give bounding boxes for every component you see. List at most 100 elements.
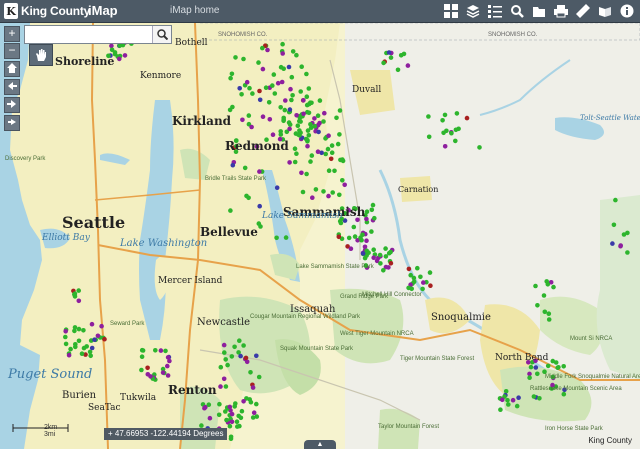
point-feature[interactable]: [420, 286, 425, 292]
point-feature[interactable]: [282, 107, 288, 113]
point-feature[interactable]: [165, 363, 170, 369]
point-feature[interactable]: [352, 234, 358, 239]
point-feature[interactable]: [561, 364, 566, 369]
point-feature[interactable]: [206, 402, 212, 408]
point-feature[interactable]: [221, 342, 227, 348]
point-feature[interactable]: [266, 100, 272, 105]
point-feature[interactable]: [122, 53, 128, 58]
point-feature[interactable]: [510, 397, 516, 403]
point-feature[interactable]: [280, 51, 286, 56]
point-feature[interactable]: [618, 243, 623, 249]
point-feature[interactable]: [409, 286, 415, 292]
point-feature[interactable]: [241, 399, 246, 404]
point-feature[interactable]: [278, 105, 284, 110]
point-feature[interactable]: [477, 145, 482, 150]
point-feature[interactable]: [313, 187, 319, 192]
point-feature[interactable]: [326, 133, 331, 138]
previous-extent-button[interactable]: [4, 79, 20, 95]
point-feature[interactable]: [340, 157, 345, 162]
point-feature[interactable]: [613, 197, 618, 203]
point-feature[interactable]: [286, 120, 292, 125]
point-feature[interactable]: [238, 353, 243, 359]
point-feature[interactable]: [337, 192, 342, 198]
point-feature[interactable]: [271, 72, 277, 77]
point-feature[interactable]: [301, 98, 306, 103]
point-feature[interactable]: [442, 144, 448, 149]
point-feature[interactable]: [256, 60, 261, 65]
point-feature[interactable]: [369, 229, 374, 234]
point-feature[interactable]: [553, 360, 559, 365]
point-feature[interactable]: [321, 119, 326, 124]
bottom-panel-toggle[interactable]: ▲: [304, 440, 336, 449]
point-feature[interactable]: [81, 328, 86, 333]
point-feature[interactable]: [89, 345, 95, 351]
point-feature[interactable]: [253, 353, 259, 359]
point-feature[interactable]: [306, 86, 312, 91]
point-feature[interactable]: [287, 107, 293, 112]
point-feature[interactable]: [301, 111, 306, 117]
folder-icon[interactable]: [530, 2, 548, 20]
point-feature[interactable]: [535, 303, 540, 308]
point-feature[interactable]: [340, 178, 345, 183]
point-feature[interactable]: [228, 208, 233, 213]
point-feature[interactable]: [272, 91, 278, 96]
point-feature[interactable]: [290, 93, 295, 98]
point-feature[interactable]: [381, 60, 386, 66]
point-feature[interactable]: [258, 224, 263, 229]
point-feature[interactable]: [364, 209, 370, 214]
point-feature[interactable]: [325, 146, 331, 152]
point-feature[interactable]: [305, 128, 311, 133]
point-feature[interactable]: [351, 224, 357, 230]
point-feature[interactable]: [72, 291, 78, 297]
point-feature[interactable]: [228, 434, 234, 440]
point-feature[interactable]: [545, 363, 551, 369]
point-feature[interactable]: [293, 131, 299, 136]
point-feature[interactable]: [316, 129, 321, 135]
point-feature[interactable]: [426, 114, 431, 119]
point-feature[interactable]: [427, 270, 433, 275]
point-feature[interactable]: [242, 165, 248, 171]
point-feature[interactable]: [305, 143, 310, 149]
point-feature[interactable]: [233, 55, 238, 60]
point-feature[interactable]: [72, 325, 78, 330]
point-feature[interactable]: [76, 288, 81, 293]
point-feature[interactable]: [216, 412, 222, 418]
point-feature[interactable]: [92, 337, 97, 343]
point-feature[interactable]: [317, 98, 323, 103]
measure-icon[interactable]: [574, 2, 592, 20]
point-feature[interactable]: [290, 49, 296, 54]
point-feature[interactable]: [386, 50, 392, 55]
point-feature[interactable]: [348, 246, 354, 251]
point-feature[interactable]: [295, 123, 301, 128]
point-feature[interactable]: [505, 397, 510, 403]
point-feature[interactable]: [292, 146, 298, 151]
point-feature[interactable]: [232, 344, 237, 350]
point-feature[interactable]: [229, 354, 235, 359]
point-feature[interactable]: [267, 117, 273, 122]
point-feature[interactable]: [95, 333, 101, 339]
point-feature[interactable]: [453, 138, 458, 144]
point-feature[interactable]: [223, 384, 229, 389]
point-feature[interactable]: [625, 250, 630, 255]
point-feature[interactable]: [395, 67, 401, 73]
point-feature[interactable]: [217, 401, 222, 407]
point-feature[interactable]: [241, 343, 246, 348]
point-feature[interactable]: [335, 141, 341, 147]
point-feature[interactable]: [270, 83, 275, 88]
point-feature[interactable]: [270, 132, 276, 137]
point-feature[interactable]: [257, 169, 262, 174]
point-feature[interactable]: [388, 249, 393, 255]
point-feature[interactable]: [79, 351, 85, 357]
point-feature[interactable]: [239, 92, 244, 97]
home-extent-button[interactable]: [4, 61, 20, 77]
point-feature[interactable]: [117, 56, 122, 62]
point-feature[interactable]: [377, 252, 383, 258]
point-feature[interactable]: [315, 149, 321, 154]
point-feature[interactable]: [237, 86, 242, 91]
point-feature[interactable]: [221, 376, 227, 382]
point-feature[interactable]: [274, 235, 279, 241]
point-feature[interactable]: [542, 309, 548, 315]
point-feature[interactable]: [230, 162, 236, 168]
search-tool-icon[interactable]: [508, 2, 526, 20]
point-feature[interactable]: [383, 246, 388, 251]
